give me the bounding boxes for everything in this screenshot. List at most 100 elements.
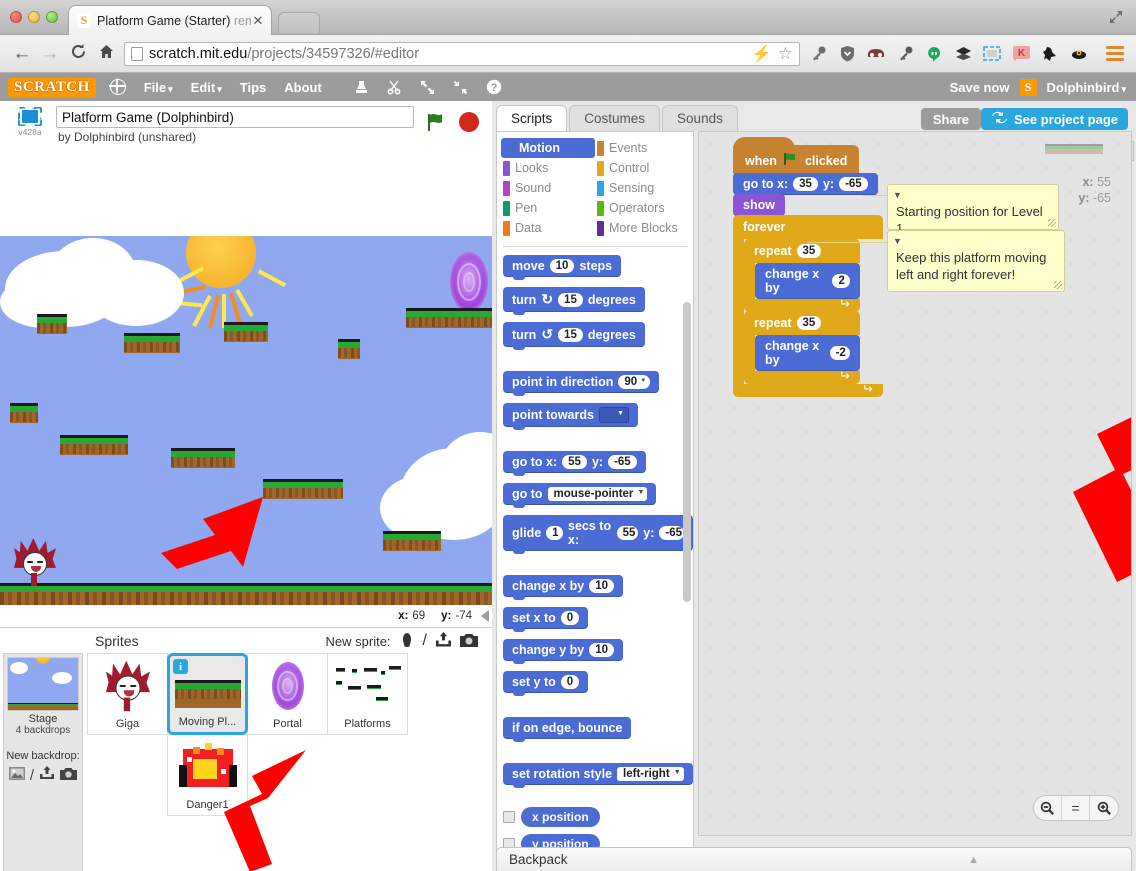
menu-item-tips[interactable]: Tips — [240, 80, 267, 95]
block-move-steps[interactable]: move 10 steps — [503, 255, 622, 280]
new-backdrop-icons[interactable]: / — [4, 766, 82, 785]
upload-icon[interactable] — [39, 766, 55, 785]
portal-sprite[interactable] — [450, 252, 488, 312]
palette-blocks[interactable]: move 10 steps turn ↻ 15 degrees turn ↺ 15 degree… — [497, 247, 693, 865]
block-change-x-by-neg2[interactable]: change x by -2 — [755, 335, 860, 371]
address-bar[interactable]: scratch.mit.edu/projects/34597326/#edito… — [124, 41, 800, 66]
stop-button[interactable] — [459, 112, 479, 132]
block-go-to-xy[interactable]: go to x: 55 y: -65 — [503, 451, 646, 476]
sprite-item-portal[interactable]: Portal — [247, 653, 328, 735]
paint-icon[interactable]: / — [423, 632, 427, 650]
paint-icon[interactable]: / — [30, 767, 34, 784]
mask-icon[interactable] — [866, 44, 886, 64]
camera-icon[interactable] — [60, 767, 78, 785]
category-sound[interactable]: Sound — [501, 178, 595, 198]
giga-sprite[interactable] — [14, 538, 56, 586]
block-glide[interactable]: glide 1 secs to x: 55 y: -65 — [503, 515, 693, 554]
block-change-x-by-2[interactable]: change x by 2 — [755, 263, 860, 299]
chrome-menu-icon[interactable] — [1106, 46, 1124, 61]
block-turn-cw[interactable]: turn ↻ 15 degrees — [503, 287, 645, 315]
category-sensing[interactable]: Sensing — [595, 178, 689, 198]
palette-categories[interactable]: Motion Looks Sound Pen Data Events Contr… — [497, 132, 693, 242]
category-motion[interactable]: Motion — [501, 138, 595, 158]
window-traffic-lights[interactable] — [10, 11, 58, 23]
user-avatar[interactable]: S — [1019, 78, 1037, 96]
palette-scrollbar[interactable] — [683, 302, 691, 602]
close-tab-button[interactable]: ✕ — [251, 13, 265, 29]
block-palette[interactable]: Motion Looks Sound Pen Data Events Contr… — [496, 131, 694, 866]
save-now-button[interactable]: Save now — [950, 80, 1010, 95]
shield-icon[interactable] — [837, 44, 857, 64]
block-point-in-direction[interactable]: point in direction 90 — [503, 371, 660, 396]
reporter-x-position-row[interactable]: x position — [503, 807, 693, 827]
home-button[interactable] — [92, 43, 120, 64]
library-icon[interactable] — [399, 632, 415, 651]
picture-icon[interactable] — [8, 766, 25, 785]
forward-button[interactable]: → — [36, 44, 64, 63]
backpack-bar[interactable]: Backpack ▲ — [496, 847, 1132, 871]
stage-canvas[interactable] — [0, 236, 492, 605]
see-project-page-button[interactable]: See project page — [980, 108, 1128, 130]
ninja-icon[interactable] — [1040, 44, 1060, 64]
platform-moving[interactable] — [263, 479, 343, 499]
menu-item-edit[interactable]: Edit ▾ — [191, 80, 222, 95]
block-show[interactable]: show — [733, 194, 785, 216]
block-set-x-to[interactable]: set x to 0 — [503, 607, 589, 632]
block-set-rotation-style[interactable]: set rotation style left-right — [503, 763, 693, 788]
share-button[interactable]: Share — [920, 108, 981, 130]
point-towards-dropdown[interactable] — [598, 407, 629, 423]
category-pen[interactable]: Pen — [501, 198, 595, 218]
new-sprite-controls[interactable]: New sprite: / — [326, 632, 492, 651]
scissors-icon[interactable] — [387, 79, 403, 95]
screenshot-icon[interactable] — [982, 44, 1002, 64]
bookmark-star-icon[interactable]: ☆ — [778, 44, 793, 64]
x-position-checkbox[interactable] — [503, 811, 515, 823]
sprite-item-giga[interactable]: Giga — [87, 653, 168, 735]
minimize-window-button[interactable] — [28, 11, 40, 23]
zoom-in-icon[interactable] — [1090, 796, 1118, 820]
stamp-icon[interactable] — [354, 79, 370, 95]
block-go-to-xy-script[interactable]: go to x: 35 y: -65 — [733, 173, 878, 195]
omnibox-actions[interactable]: ⚡ ☆ — [752, 44, 793, 64]
scratch-logo[interactable]: SCRATCH — [8, 77, 96, 97]
shrink-icon[interactable] — [453, 79, 469, 95]
script-canvas[interactable]: x: 55 y: -65 when clicked go to x: 35 y: -6… — [698, 131, 1132, 836]
owl-icon[interactable] — [1069, 44, 1089, 64]
sprite-item-platforms[interactable]: Platforms — [327, 653, 408, 735]
category-data[interactable]: Data — [501, 218, 595, 238]
close-window-button[interactable] — [10, 11, 22, 23]
new-tab-button[interactable] — [278, 12, 320, 33]
fullscreen-icon[interactable] — [1108, 9, 1124, 25]
key-icon[interactable] — [808, 44, 828, 64]
stage-selector[interactable]: Stage 4 backdrops New backdrop: / — [3, 653, 83, 871]
repeat-2-body[interactable]: change x by -2 — [755, 335, 860, 371]
stage-resize-handle[interactable] — [481, 610, 489, 622]
upload-icon[interactable] — [435, 632, 452, 650]
maximize-window-button[interactable] — [46, 11, 58, 23]
username-menu[interactable]: Dolphinbird ▾ — [1047, 80, 1126, 95]
block-repeat-2[interactable]: repeat 35 change x by -2 — [744, 311, 860, 384]
rotation-style-dropdown[interactable]: left-right — [617, 767, 684, 781]
category-control[interactable]: Control — [595, 158, 689, 178]
block-repeat-1[interactable]: repeat 35 change x by 2 — [744, 239, 860, 312]
block-if-on-edge-bounce[interactable]: if on edge, bounce — [503, 717, 632, 742]
camera-icon[interactable] — [460, 633, 478, 650]
script-stack[interactable]: when clicked go to x: 35 y: -65 show foreve… — [733, 137, 883, 397]
tab-costumes[interactable]: Costumes — [569, 105, 661, 131]
help-icon[interactable]: ? — [486, 79, 502, 95]
menu-tools[interactable]: ? — [354, 79, 502, 95]
category-more-blocks[interactable]: More Blocks — [595, 218, 689, 238]
project-title-input[interactable] — [56, 106, 414, 128]
sprite-item-moving-platform[interactable]: i Moving Pl... — [167, 653, 248, 735]
back-button[interactable]: ← — [8, 44, 36, 63]
editor-tabs[interactable]: Scripts Costumes Sounds — [496, 105, 740, 131]
key2-icon[interactable] — [895, 44, 915, 64]
menu-right[interactable]: Save now S Dolphinbird ▾ — [950, 78, 1136, 96]
block-set-y-to[interactable]: set y to 0 — [503, 671, 589, 696]
extensions-row[interactable]: K — [808, 44, 1128, 64]
tab-scripts[interactable]: Scripts — [496, 105, 568, 131]
browser-tab[interactable]: S Platform Game (Starter) rem ✕ — [68, 5, 272, 35]
small-stage-button[interactable]: v428a — [12, 106, 48, 137]
comment-keep-moving[interactable]: Keep this platform moving left and right… — [887, 230, 1065, 292]
zoom-reset-icon[interactable]: = — [1062, 796, 1090, 820]
